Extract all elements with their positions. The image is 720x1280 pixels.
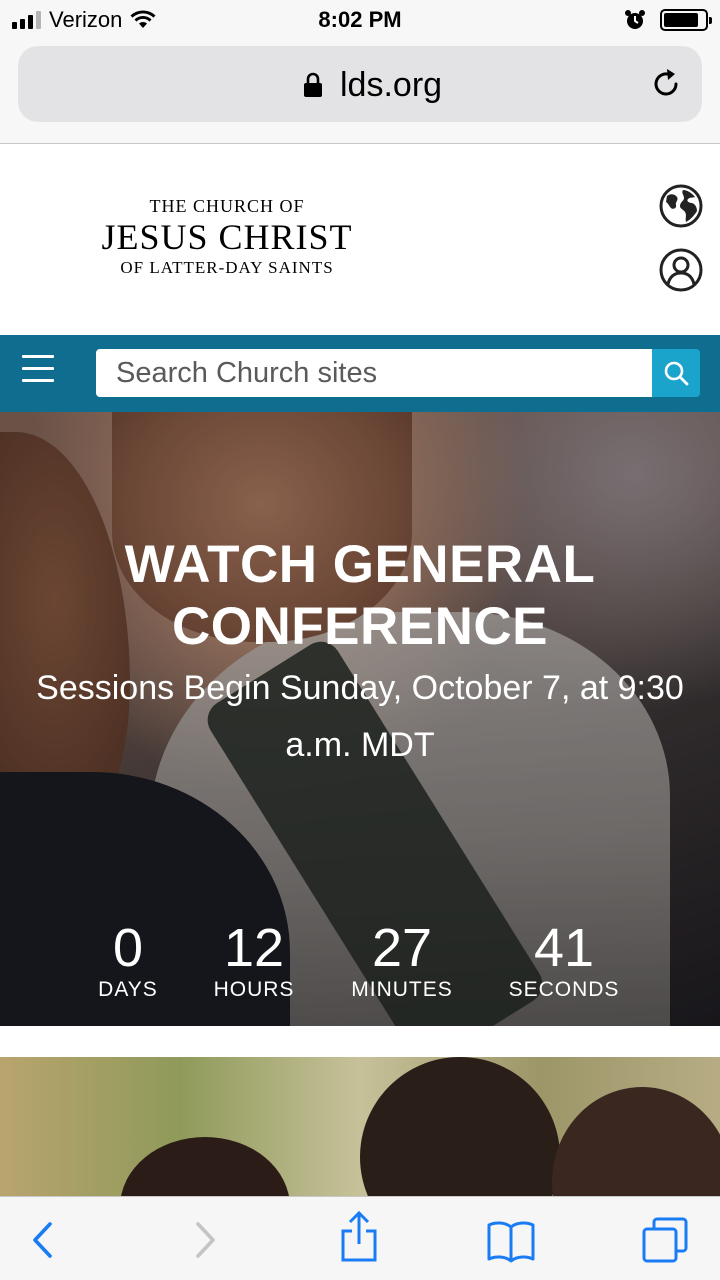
countdown-seconds: 41 SECONDS (502, 918, 626, 1002)
photo-person-center (360, 1057, 560, 1197)
hero-banner[interactable]: WATCH GENERAL CONFERENCE Sessions Begin … (0, 412, 720, 1026)
countdown-minutes-value: 27 (371, 918, 433, 978)
photo-person-left (120, 1137, 290, 1197)
hero-subtitle: Sessions Begin Sunday, October 7, at 9:3… (36, 669, 684, 764)
url-text[interactable]: lds.org (340, 66, 442, 105)
countdown-hours-value: 12 (223, 918, 285, 978)
feature-card-photo[interactable] (0, 1057, 720, 1197)
search-box[interactable] (96, 349, 652, 397)
browser-address-area: lds.org (0, 40, 720, 144)
bookmarks-icon[interactable] (486, 1217, 536, 1263)
countdown-seconds-value: 41 (533, 918, 595, 978)
forward-icon[interactable] (178, 1217, 228, 1263)
countdown-timer: 0 DAYS 12 HOURS 27 MINUTES 41 SECONDS (0, 918, 720, 1008)
search-button[interactable] (652, 349, 700, 397)
countdown-days: 0 DAYS (88, 918, 168, 1002)
countdown-minutes-label: MINUTES (351, 978, 453, 1001)
account-icon[interactable] (659, 248, 703, 292)
countdown-seconds-label: SECONDS (508, 978, 620, 1001)
countdown-hours-label: HOURS (213, 978, 295, 1001)
reload-icon[interactable] (648, 66, 684, 102)
logo-main-line: JESUS CHRIST (101, 217, 353, 257)
hero-title: WATCH GENERAL CONFERENCE (124, 535, 596, 656)
lock-icon (304, 72, 322, 97)
tabs-icon[interactable] (640, 1217, 690, 1263)
battery-icon (660, 9, 712, 31)
status-time: 8:02 PM (318, 7, 402, 32)
battery-level (664, 13, 698, 27)
address-bar[interactable]: lds.org (18, 46, 702, 122)
status-right (624, 7, 712, 33)
nav-bar (0, 335, 720, 412)
logo-bottom-line: OF LATTER-DAY SAINTS (120, 258, 334, 277)
alarm-clock-icon (625, 10, 645, 29)
hamburger-menu-icon[interactable] (22, 355, 54, 387)
countdown-minutes: 27 MINUTES (342, 918, 462, 1002)
photo-person-right (552, 1087, 720, 1197)
globe-icon[interactable] (659, 184, 703, 228)
site-header: THE CHURCH OF JESUS CHRIST OF LATTER-DAY… (0, 145, 720, 335)
countdown-days-value: 0 (112, 918, 144, 978)
back-icon[interactable] (20, 1217, 70, 1263)
browser-toolbar (0, 1196, 720, 1280)
countdown-hours: 12 HOURS (204, 918, 304, 1002)
status-bar: Verizon 8:02 PM (0, 0, 720, 40)
countdown-days-label: DAYS (98, 978, 158, 1001)
search-icon (664, 361, 689, 386)
share-icon[interactable] (334, 1211, 384, 1263)
church-logo[interactable]: THE CHURCH OF JESUS CHRIST OF LATTER-DAY… (96, 195, 358, 279)
logo-top-line: THE CHURCH OF (149, 196, 305, 216)
search-input[interactable] (96, 349, 652, 397)
